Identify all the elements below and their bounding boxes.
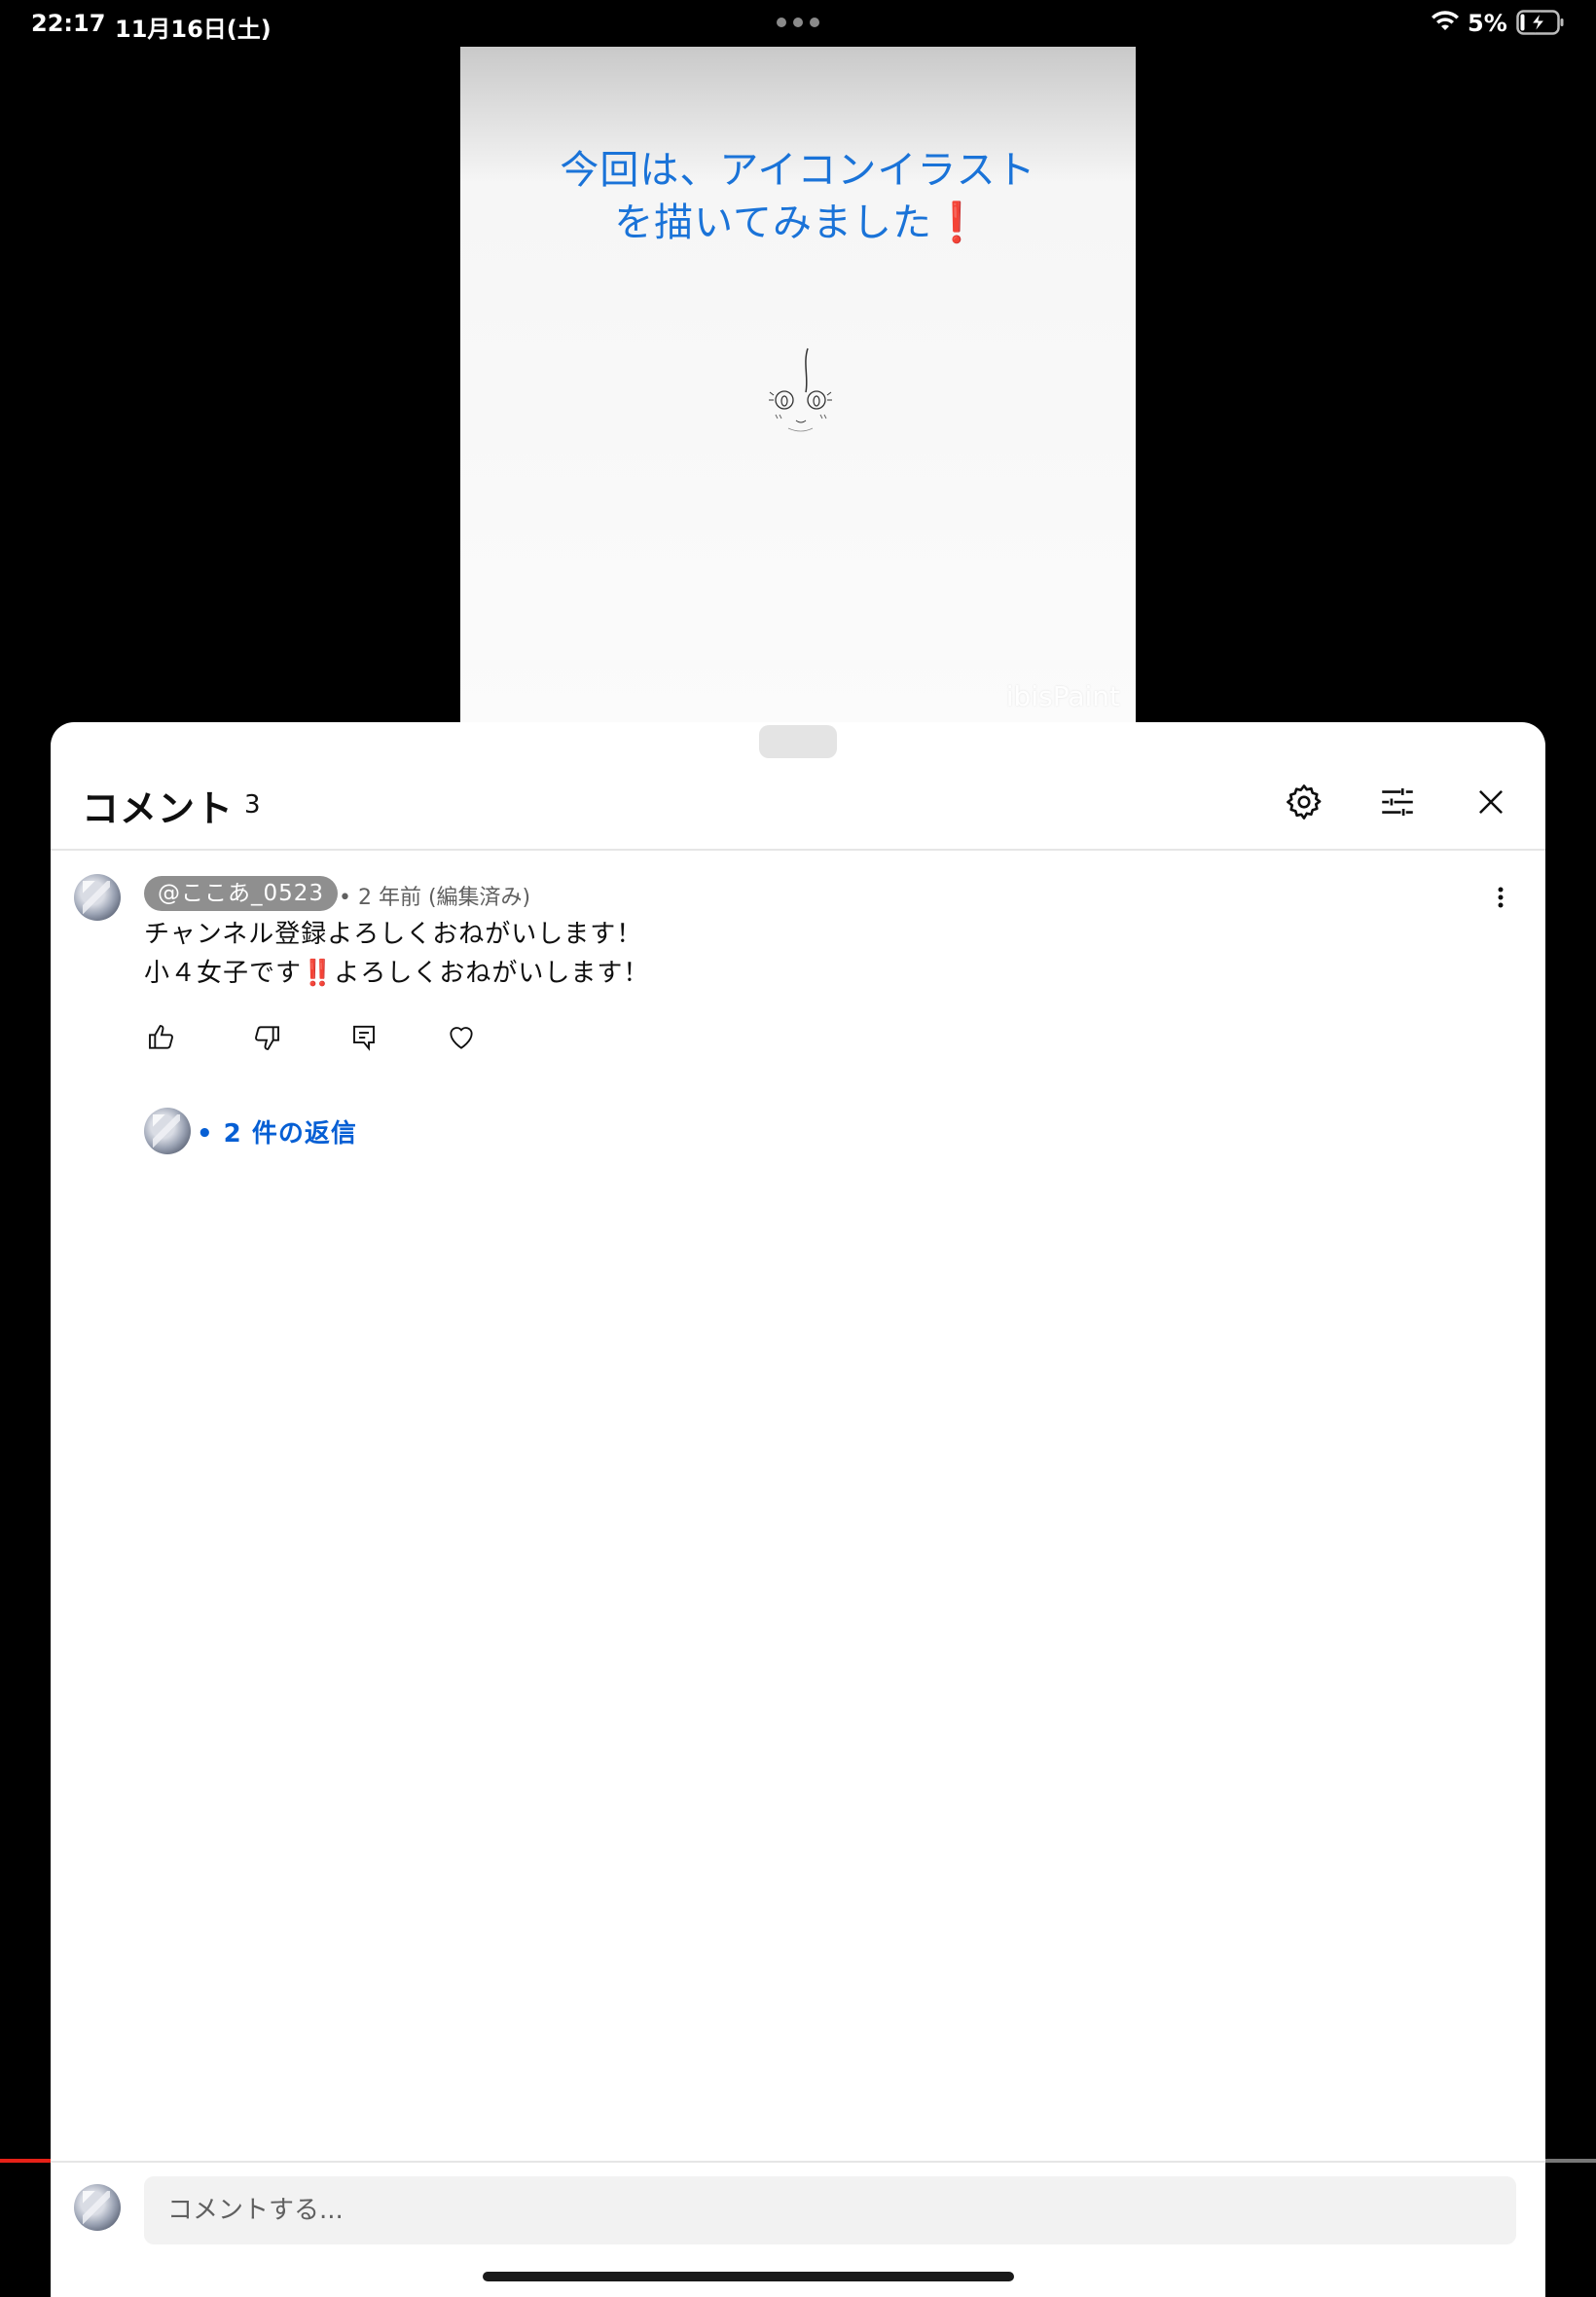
status-time: 22:17 <box>31 10 106 37</box>
comment-line2-post: よろしくおねがいします！ <box>334 959 650 988</box>
video-watermark: ibisPaint <box>1005 680 1120 712</box>
more-vert-icon[interactable] <box>1483 876 1518 919</box>
filter-icon[interactable] <box>1374 779 1421 825</box>
video-caption-line2: を描いてみました <box>614 201 932 245</box>
double-exclamation-emoji: ‼️ <box>302 959 335 988</box>
home-indicator[interactable] <box>483 2272 1014 2281</box>
sketch-face-image <box>769 347 832 432</box>
comments-panel: コメント 3 @ここあ_0523 • 2 年前 (編集済み) チャンネル登録よろ… <box>51 722 1545 2297</box>
dislike-button[interactable] <box>245 1016 288 1059</box>
current-user-avatar <box>74 2184 121 2231</box>
heart-icon <box>450 1027 473 1049</box>
comments-header: コメント 3 <box>51 722 1545 851</box>
multitasking-dots-icon[interactable] <box>777 18 819 27</box>
comment-timestamp: • 2 年前 (編集済み) <box>339 886 531 910</box>
video-player[interactable]: 今回は、アイコンイラスト を描いてみました❗ ibisPaint <box>460 47 1136 722</box>
comment-author-handle[interactable]: @ここあ_0523 <box>144 876 339 911</box>
comment-line1: チャンネル登録よろしくおねがいします！ <box>144 920 643 949</box>
thumbs-down-icon <box>255 1026 279 1050</box>
wifi-icon <box>1432 11 1459 30</box>
status-bar: 22:17 11月16日(土) 5% <box>0 0 1596 47</box>
gear-icon[interactable] <box>1281 779 1327 825</box>
video-caption: 今回は、アイコンイラスト を描いてみました❗ <box>460 144 1136 249</box>
battery-percent: 5% <box>1468 10 1507 37</box>
drag-handle[interactable] <box>759 725 837 758</box>
reply-avatar <box>144 1108 191 1154</box>
comment-line2: 小４女子です‼️よろしくおねがいします！ <box>144 954 649 993</box>
comment-reply-icon <box>353 1025 375 1051</box>
thumbs-up-icon <box>149 1025 173 1049</box>
progress-bar-remaining <box>1543 2159 1596 2163</box>
view-replies-link[interactable]: • 2 件の返信 <box>197 1113 357 1149</box>
reply-button[interactable] <box>343 1016 385 1059</box>
exclamation-emoji: ❗ <box>932 201 982 245</box>
comment-input[interactable] <box>144 2176 1516 2244</box>
video-caption-line1: 今回は、アイコンイラスト <box>560 148 1036 193</box>
like-button[interactable] <box>140 1016 183 1059</box>
video-caption-line2-wrap: を描いてみました❗ <box>460 197 1136 249</box>
comment-author-avatar[interactable] <box>74 874 121 921</box>
close-icon[interactable] <box>1468 779 1514 825</box>
comment-body: チャンネル登録よろしくおねがいします！ 小４女子です‼️よろしくおねがいします！ <box>144 915 649 993</box>
comment-line2-pre: 小４女子です <box>144 959 303 988</box>
battery-charging-icon <box>1516 10 1564 35</box>
comments-title: コメント <box>82 787 235 830</box>
status-date: 11月16日(土) <box>115 16 272 43</box>
heart-button[interactable] <box>440 1016 483 1059</box>
progress-bar-played <box>0 2159 53 2163</box>
comments-count: 3 <box>244 790 261 820</box>
